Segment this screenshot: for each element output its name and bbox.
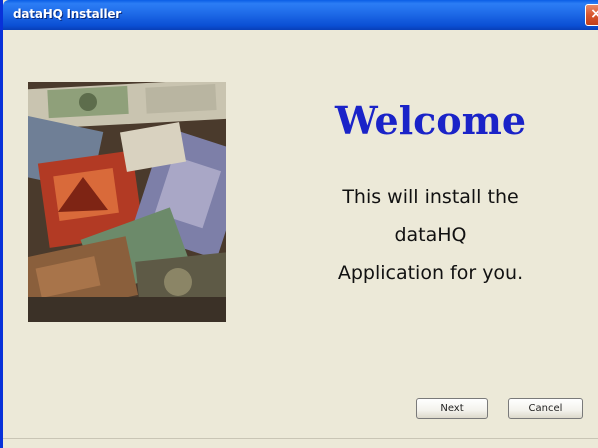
banknotes-illustration [28,82,226,322]
next-button[interactable]: Next [416,398,488,419]
welcome-heading: Welcome [334,98,527,143]
installer-window: dataHQ Installer × Welcome This will ins… [0,0,598,448]
message-line-3: Application for you. [337,262,524,284]
close-icon: × [590,6,598,22]
banknotes-image [28,82,226,322]
cancel-button[interactable]: Cancel [508,398,583,419]
message-line-2: dataHQ [394,224,467,246]
bottom-divider [3,438,598,439]
window-title: dataHQ Installer [13,7,122,21]
message-line-1: This will install the [342,186,519,208]
close-button[interactable]: × [585,4,598,26]
install-message: This will install the dataHQ Application… [303,178,558,292]
title-bar[interactable]: dataHQ Installer × [3,0,598,30]
